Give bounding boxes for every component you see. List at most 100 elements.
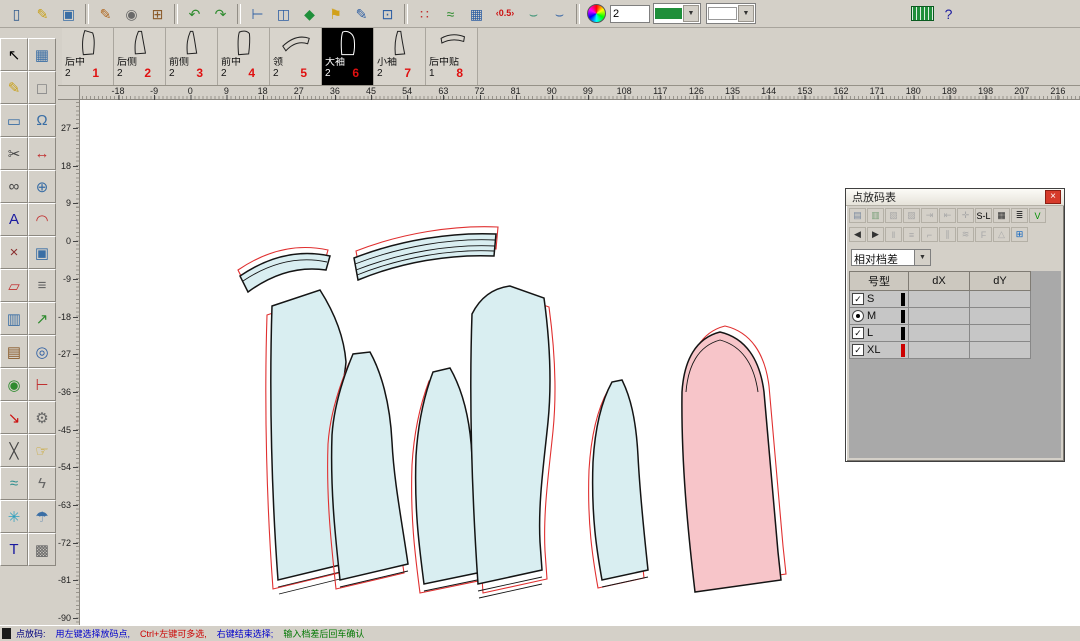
seam-allowance-icon[interactable]: ⌣ (521, 2, 546, 26)
paint-brush-icon[interactable]: ✎ (349, 2, 374, 26)
measure2-tool[interactable]: ⊢ (28, 368, 56, 401)
work-table-icon[interactable]: ⊞ (145, 2, 170, 26)
line-chart-icon[interactable]: ≈ (438, 2, 463, 26)
forward-arrow-tool[interactable]: ↗ (28, 302, 56, 335)
pattern-tab-6[interactable]: 大袖 2 6 (322, 28, 374, 85)
piece-numbers: 2 3 (166, 68, 217, 79)
size-checkbox[interactable]: ✓ (852, 293, 864, 305)
ruler-label: 216 (1050, 86, 1065, 96)
copy-grade-icon[interactable]: ▤ (849, 208, 866, 223)
grade-mode-select[interactable]: 相对档差 ▼ (851, 249, 931, 266)
color-wheel-icon[interactable] (584, 2, 609, 26)
pattern-grid-tool[interactable]: ▦ (28, 38, 56, 71)
dy-cell[interactable] (970, 308, 1031, 325)
piece-collar[interactable] (240, 254, 330, 293)
pattern-tab-2[interactable]: 后侧 2 2 (114, 28, 166, 85)
flowchart-icon[interactable]: ⊡ (375, 2, 400, 26)
apply-check-icon[interactable]: V (1029, 208, 1046, 223)
list-view-icon[interactable]: ≣ (1011, 208, 1028, 223)
boot-pattern-tool[interactable]: Ω (28, 104, 56, 137)
line-style-select[interactable]: ▼ (706, 3, 756, 24)
binocular-tool[interactable]: ◎ (28, 335, 56, 368)
book-tool[interactable]: ▤ (0, 335, 28, 368)
bag-tool[interactable]: ▱ (0, 269, 28, 302)
spiral-tool[interactable]: ◉ (0, 368, 28, 401)
line-width-input[interactable] (610, 5, 650, 23)
size-radio[interactable] (852, 310, 864, 322)
redo-icon[interactable]: ↷ (208, 2, 233, 26)
notch-width-icon[interactable]: ‹0.5› (490, 2, 520, 26)
size-range-icon[interactable]: S-L (975, 208, 992, 223)
dx-cell[interactable] (909, 342, 970, 359)
dx-cell[interactable] (909, 325, 970, 342)
layers-colors-icon[interactable]: ⊞ (1011, 227, 1028, 242)
sewing-machine-tool[interactable]: ▣ (28, 236, 56, 269)
gear-tool[interactable]: ⚙ (28, 401, 56, 434)
size-checkbox[interactable]: ✓ (852, 344, 864, 356)
knife-tool[interactable]: ╳ (0, 434, 28, 467)
star-tool[interactable]: ✳ (0, 500, 28, 533)
measure-icon[interactable]: ⊢ (245, 2, 270, 26)
pattern-tab-5[interactable]: 领 2 5 (270, 28, 322, 85)
lightning-tool[interactable]: ϟ (28, 467, 56, 500)
dx-cell[interactable] (909, 291, 970, 308)
dy-cell[interactable] (970, 342, 1031, 359)
wave-tool[interactable]: ≈ (0, 467, 28, 500)
hand-tool[interactable]: ☞ (28, 434, 56, 467)
dy-cell[interactable] (970, 325, 1031, 342)
hem-allowance-icon[interactable]: ⌣ (547, 2, 572, 26)
undo-icon[interactable]: ↶ (182, 2, 207, 26)
ruler-label: -27 (58, 349, 71, 359)
grid-table-icon[interactable]: ▦ (464, 2, 489, 26)
pattern-tab-3[interactable]: 前侧 2 3 (166, 28, 218, 85)
paste-grade-icon[interactable]: ▥ (867, 208, 884, 223)
pencil-tool[interactable]: ✎ (0, 71, 28, 104)
hatch-grid-tool[interactable]: ▩ (28, 533, 56, 566)
fill-color-select[interactable]: ▼ (653, 3, 701, 24)
notebook-icon[interactable]: ✎ (30, 2, 55, 26)
marker-film-icon[interactable] (910, 2, 935, 26)
new-file-icon[interactable]: ▯ (4, 2, 29, 26)
select-arrow-tool[interactable]: ↖ (0, 38, 28, 71)
ruler-tool[interactable]: ↔ (28, 137, 56, 170)
piece-front-center[interactable] (471, 286, 550, 584)
rect-select-tool[interactable]: ▭ (0, 104, 28, 137)
red-arrow-tool[interactable]: ↘ (0, 401, 28, 434)
size-checkbox[interactable]: ✓ (852, 327, 864, 339)
dialog-titlebar[interactable]: 点放码表 × (846, 189, 1064, 206)
glue-brush-icon[interactable]: ✎ (93, 2, 118, 26)
arc-tool[interactable]: ◠ (28, 203, 56, 236)
scissors-tool[interactable]: ✂ (0, 137, 28, 170)
piece-small-sleeve[interactable] (593, 380, 648, 580)
piece-index: 1 (92, 68, 99, 79)
dy-cell[interactable] (970, 291, 1031, 308)
pattern-tab-4[interactable]: 前中 2 4 (218, 28, 270, 85)
chevron-down-icon[interactable]: ▼ (914, 250, 930, 265)
eraser-tool[interactable]: ◻ (28, 71, 56, 104)
printer-tool[interactable]: ≡ (28, 269, 56, 302)
prev-point-icon[interactable]: ◀ (849, 227, 866, 242)
cut-tool[interactable]: × (0, 236, 28, 269)
scatter-chart-icon[interactable]: ∷ (412, 2, 437, 26)
flag-tool-icon[interactable]: ⚑ (323, 2, 348, 26)
glasses-tool[interactable]: ∞ (0, 170, 28, 203)
table-view-icon[interactable]: ▦ (993, 208, 1010, 223)
text-tool[interactable]: A (0, 203, 28, 236)
size-label: M (867, 309, 876, 323)
next-point-icon[interactable]: ▶ (867, 227, 884, 242)
pattern-tab-1[interactable]: 后中 2 1 (62, 28, 114, 85)
dx-cell[interactable] (909, 308, 970, 325)
target-tool[interactable]: ⊕ (28, 170, 56, 203)
save-icon[interactable]: ▣ (56, 2, 81, 26)
umbrella-tool[interactable]: ☂ (28, 500, 56, 533)
pattern-tab-7[interactable]: 小袖 2 7 (374, 28, 426, 85)
t-text-tool[interactable]: T (0, 533, 28, 566)
pattern-tab-8[interactable]: 后中贴 1 8 (426, 28, 478, 85)
pattern-piece-icon[interactable]: ◆ (297, 2, 322, 26)
window-grid-icon[interactable]: ◫ (271, 2, 296, 26)
help-icon[interactable]: ? (936, 2, 961, 26)
piece-back-side[interactable] (332, 352, 408, 580)
chart-tool[interactable]: ▥ (0, 302, 28, 335)
camera-icon[interactable]: ◉ (119, 2, 144, 26)
close-icon[interactable]: × (1045, 190, 1061, 204)
